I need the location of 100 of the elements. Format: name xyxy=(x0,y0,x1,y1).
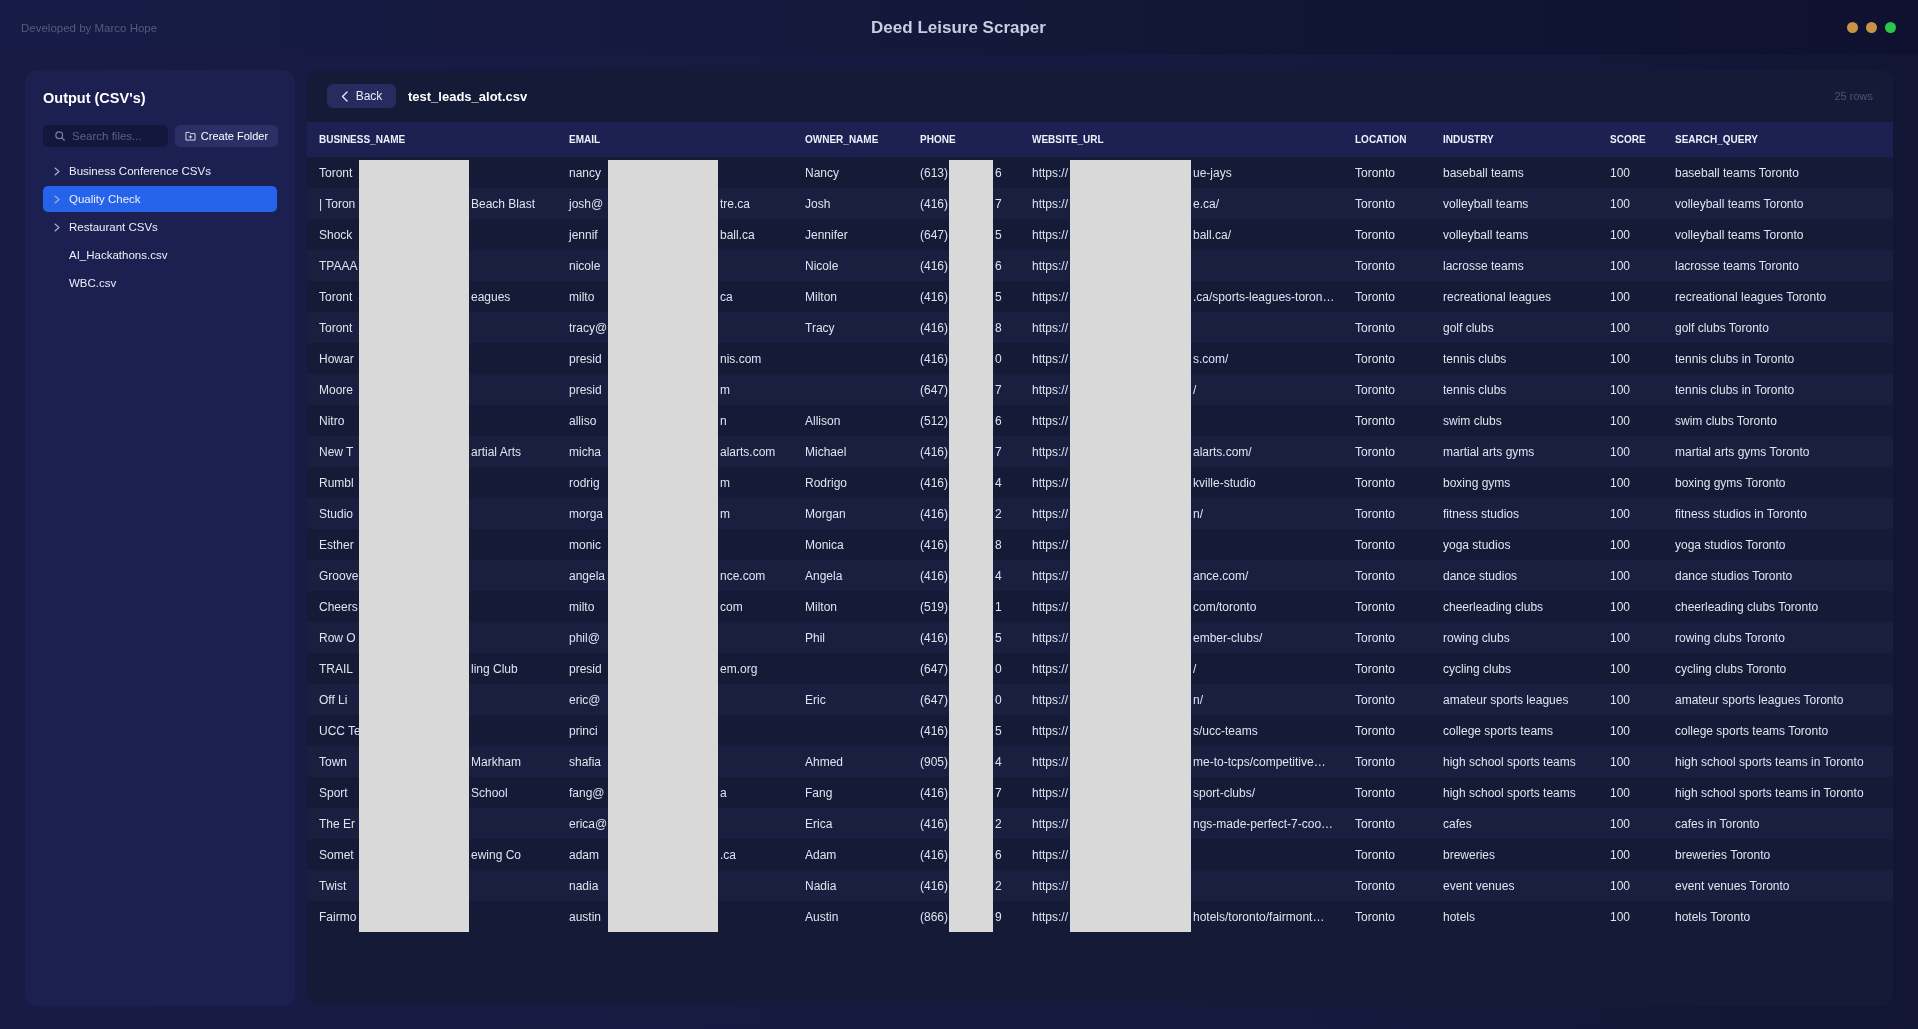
table-cell: Toronto xyxy=(1355,506,1396,521)
table-cell: https:// xyxy=(1032,165,1069,180)
table-cell: Tracy xyxy=(805,320,835,335)
table-cell: Erica xyxy=(805,816,833,831)
credit-text: Developed by Marco Hope xyxy=(21,21,158,34)
table-cell: ngs-made-perfect-7-coo… xyxy=(1193,816,1334,831)
dot-icon[interactable] xyxy=(1885,22,1896,33)
table-cell: Toronto xyxy=(1355,599,1396,614)
table-cell: eric@ xyxy=(569,692,601,707)
table-cell: Toronto xyxy=(1355,723,1396,738)
table-cell: tennis clubs xyxy=(1443,351,1507,366)
dot-icon[interactable] xyxy=(1847,22,1858,33)
table-cell: https:// xyxy=(1032,754,1069,769)
table-cell: event venues xyxy=(1443,878,1515,893)
chevron-left-icon xyxy=(340,90,348,102)
table-cell: em.org xyxy=(720,661,758,676)
column-header: LOCATION xyxy=(1355,134,1407,145)
dot-icon[interactable] xyxy=(1866,22,1877,33)
table-cell: TRAIL xyxy=(319,661,353,676)
table-cell: sport-clubs/ xyxy=(1193,785,1256,800)
table-cell: Town xyxy=(319,754,347,769)
table-cell: high school sports teams in Toronto xyxy=(1675,785,1864,800)
create-folder-button[interactable]: Create Folder xyxy=(175,125,278,147)
table-cell: 7 xyxy=(995,785,1002,800)
table-cell: cheerleading clubs xyxy=(1443,599,1544,614)
table-cell: 100 xyxy=(1610,568,1631,583)
table-cell: phil@ xyxy=(569,630,600,645)
table-cell: 100 xyxy=(1610,351,1631,366)
table-cell: (905) xyxy=(920,754,948,769)
table-cell: ance.com/ xyxy=(1193,568,1249,583)
table-cell: Eric xyxy=(805,692,826,707)
table-cell: college sports teams Toronto xyxy=(1675,723,1829,738)
table-cell: https:// xyxy=(1032,320,1069,335)
table-cell: https:// xyxy=(1032,227,1069,242)
table-cell: 0 xyxy=(995,692,1002,707)
table-cell: 6 xyxy=(995,258,1002,273)
table-cell: lacrosse teams Toronto xyxy=(1675,258,1799,273)
table-cell: event venues Toronto xyxy=(1675,878,1790,893)
table-cell: Toronto xyxy=(1355,351,1396,366)
table-cell: Nadia xyxy=(805,878,837,893)
table-cell: ember-clubs/ xyxy=(1193,630,1263,645)
table-cell: https:// xyxy=(1032,723,1069,738)
table-cell: Markham xyxy=(471,754,521,769)
table-cell: tracy@ xyxy=(569,320,608,335)
table-cell: (416) xyxy=(920,630,948,645)
table-cell: amateur sports leagues xyxy=(1443,692,1569,707)
table-cell: Toront xyxy=(319,165,353,180)
table-cell: volleyball teams Toronto xyxy=(1675,227,1804,242)
table-cell: Toronto xyxy=(1355,475,1396,490)
table-cell: martial arts gyms xyxy=(1443,444,1535,459)
table-cell: Row O xyxy=(319,630,356,645)
table-cell: tennis clubs in Toronto xyxy=(1675,382,1795,397)
table-cell: yoga studios Toronto xyxy=(1675,537,1786,552)
file-item[interactable]: WBC.csv xyxy=(43,270,277,296)
folder-plus-icon xyxy=(184,131,196,141)
table-cell: college sports teams xyxy=(1443,723,1554,738)
table-cell: (416) xyxy=(920,196,948,211)
table-cell: 5 xyxy=(995,723,1002,738)
table-cell: https:// xyxy=(1032,878,1069,893)
table-cell: (416) xyxy=(920,723,948,738)
file-item[interactable]: AI_Hackathons.csv xyxy=(43,242,277,268)
table-cell: lacrosse teams xyxy=(1443,258,1524,273)
table-cell: https:// xyxy=(1032,909,1069,924)
table-cell: n/ xyxy=(1193,506,1203,521)
table-cell: 100 xyxy=(1610,692,1631,707)
search-field[interactable]: Search files... xyxy=(43,125,168,147)
table-cell: Michael xyxy=(805,444,847,459)
table-cell: eagues xyxy=(471,289,511,304)
table-cell: ball.ca xyxy=(720,227,755,242)
table-cell: fang@ xyxy=(569,785,605,800)
table-cell: https:// xyxy=(1032,816,1069,831)
table-cell: https:// xyxy=(1032,475,1069,490)
table-cell: micha xyxy=(569,444,601,459)
table-cell: 8 xyxy=(995,320,1002,335)
table-cell: adam xyxy=(569,847,600,862)
folder-item[interactable]: Quality Check xyxy=(43,186,277,212)
table-cell: Toront xyxy=(319,289,353,304)
table-cell: Rumbl xyxy=(319,475,354,490)
table-cell: me-to-tcps/competitive… xyxy=(1193,754,1326,769)
table-cell: 100 xyxy=(1610,196,1631,211)
table-cell: fitness studios xyxy=(1443,506,1520,521)
table-cell: alliso xyxy=(569,413,597,428)
table-cell: 1 xyxy=(995,599,1002,614)
table-cell: Twist xyxy=(319,878,347,893)
table-cell: 100 xyxy=(1610,723,1631,738)
folder-item[interactable]: Business Conference CSVs xyxy=(43,158,277,184)
table-cell: fitness studios in Toronto xyxy=(1675,506,1807,521)
table-cell: breweries Toronto xyxy=(1675,847,1771,862)
back-button[interactable]: Back xyxy=(327,84,396,108)
table-cell: Toronto xyxy=(1355,258,1396,273)
table-cell: Toronto xyxy=(1355,320,1396,335)
table-cell: jennif xyxy=(569,227,598,242)
table-cell: 0 xyxy=(995,351,1002,366)
table-cell: ue-jays xyxy=(1193,165,1232,180)
table-cell: yoga studios xyxy=(1443,537,1511,552)
table-cell: m xyxy=(720,506,730,521)
table-cell: Allison xyxy=(805,413,841,428)
folder-item[interactable]: Restaurant CSVs xyxy=(43,214,277,240)
table-cell: 0 xyxy=(995,661,1002,676)
table-cell: (416) xyxy=(920,258,948,273)
